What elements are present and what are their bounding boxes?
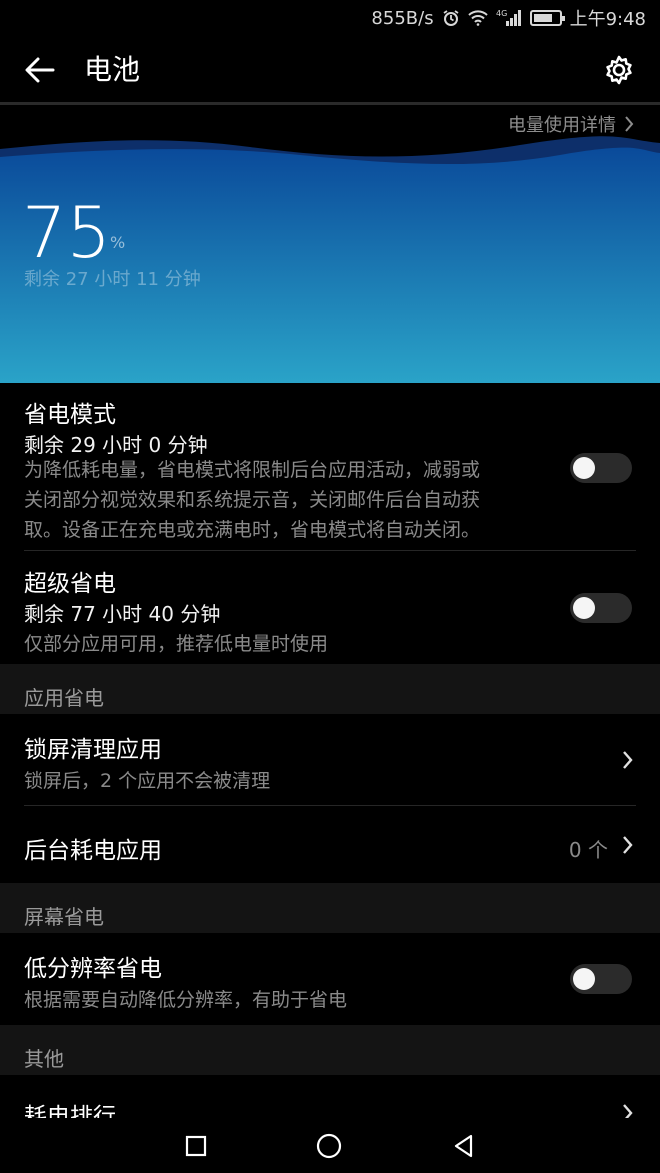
home-button[interactable] xyxy=(314,1131,344,1161)
toggle-knob xyxy=(573,968,595,990)
chevron-right-icon xyxy=(620,748,636,772)
background-apps-row[interactable]: 后台耗电应用 0 个 xyxy=(0,807,660,883)
low-res-toggle[interactable] xyxy=(570,964,632,994)
power-saving-desc: 为降低耗电量，省电模式将限制后台应用活动，减弱或 关闭部分视觉效果和系统提示音，… xyxy=(24,455,559,545)
ultra-saving-title: 超级省电 xyxy=(24,571,116,597)
navigation-bar xyxy=(0,1118,660,1173)
gear-icon xyxy=(606,55,632,85)
usage-details-link[interactable]: 电量使用详情 xyxy=(508,111,634,137)
section-header-other: 其他 xyxy=(0,1025,660,1075)
recent-apps-button[interactable] xyxy=(181,1131,211,1161)
background-apps-count: 0 个 xyxy=(568,838,608,862)
triangle-back-icon xyxy=(454,1134,473,1158)
row-divider xyxy=(24,805,636,806)
power-saving-toggle[interactable] xyxy=(570,453,632,483)
battery-remaining: 剩余 27 小时 11 分钟 xyxy=(24,269,201,290)
battery-percent: 75 xyxy=(22,192,112,274)
ultra-saving-row[interactable]: 超级省电 剩余 77 小时 40 分钟 仅部分应用可用，推荐低电量时使用 xyxy=(0,552,660,664)
back-button[interactable] xyxy=(22,52,58,88)
circle-icon xyxy=(316,1133,342,1159)
section-label: 屏幕省电 xyxy=(24,905,104,929)
section-header-app: 应用省电 xyxy=(0,664,660,714)
chevron-right-icon xyxy=(620,833,636,857)
power-saving-desc-line: 取。设备正在充电或充满电时，省电模式将自动关闭。 xyxy=(24,519,481,541)
ranking-row[interactable]: 耗电排行 xyxy=(0,1075,660,1118)
cell-signal-icon: 4G xyxy=(496,9,522,27)
nav-back-button[interactable] xyxy=(449,1131,479,1161)
settings-button[interactable] xyxy=(601,52,637,88)
status-bar: 855B/s 4G 上午9:48 xyxy=(0,0,660,36)
network-speed: 855B/s xyxy=(371,7,434,29)
page-title: 电池 xyxy=(84,53,141,86)
chevron-right-icon xyxy=(625,116,634,132)
section-header-screen: 屏幕省电 xyxy=(0,883,660,933)
power-saving-desc-line: 为降低耗电量，省电模式将限制后台应用活动，减弱或 xyxy=(24,459,481,481)
section-label: 应用省电 xyxy=(24,686,104,710)
ultra-saving-desc: 仅部分应用可用，推荐低电量时使用 xyxy=(24,633,329,655)
low-res-desc: 根据需要自动降低分辨率，有助于省电 xyxy=(24,989,348,1011)
battery-hero: 电量使用详情 75 % 剩余 27 小时 11 分钟 xyxy=(0,105,660,383)
power-saving-title: 省电模式 xyxy=(24,402,116,428)
chevron-right-icon xyxy=(620,1101,636,1118)
app-bar: 电池 xyxy=(0,36,660,104)
power-saving-desc-line: 关闭部分视觉效果和系统提示音，关闭邮件后台自动获 xyxy=(24,489,481,511)
section-label: 其他 xyxy=(24,1047,64,1071)
toggle-knob xyxy=(573,597,595,619)
ranking-title: 耗电排行 xyxy=(24,1104,116,1118)
lock-clean-row[interactable]: 锁屏清理应用 锁屏后，2 个应用不会被清理 xyxy=(0,714,660,806)
power-saving-remaining: 剩余 29 小时 0 分钟 xyxy=(24,433,208,457)
battery-icon xyxy=(529,10,565,26)
lock-clean-title: 锁屏清理应用 xyxy=(24,737,162,763)
lock-clean-desc: 锁屏后，2 个应用不会被清理 xyxy=(24,770,271,792)
power-saving-row[interactable]: 省电模式 剩余 29 小时 0 分钟 为降低耗电量，省电模式将限制后台应用活动，… xyxy=(0,383,660,551)
back-arrow-icon xyxy=(25,57,55,83)
toggle-knob xyxy=(573,457,595,479)
clock: 上午9:48 xyxy=(569,9,646,30)
row-divider xyxy=(24,550,636,551)
battery-fill xyxy=(533,14,552,22)
wifi-icon xyxy=(467,10,488,26)
ultra-saving-toggle[interactable] xyxy=(570,593,632,623)
square-icon xyxy=(185,1135,207,1157)
background-apps-title: 后台耗电应用 xyxy=(24,838,162,864)
ultra-saving-remaining: 剩余 77 小时 40 分钟 xyxy=(24,602,221,626)
low-res-row[interactable]: 低分辨率省电 根据需要自动降低分辨率，有助于省电 xyxy=(0,933,660,1025)
alarm-icon xyxy=(442,9,460,27)
percent-unit: % xyxy=(110,233,126,252)
network-type: 4G xyxy=(496,9,507,18)
usage-details-label: 电量使用详情 xyxy=(508,115,616,136)
low-res-title: 低分辨率省电 xyxy=(24,956,162,982)
